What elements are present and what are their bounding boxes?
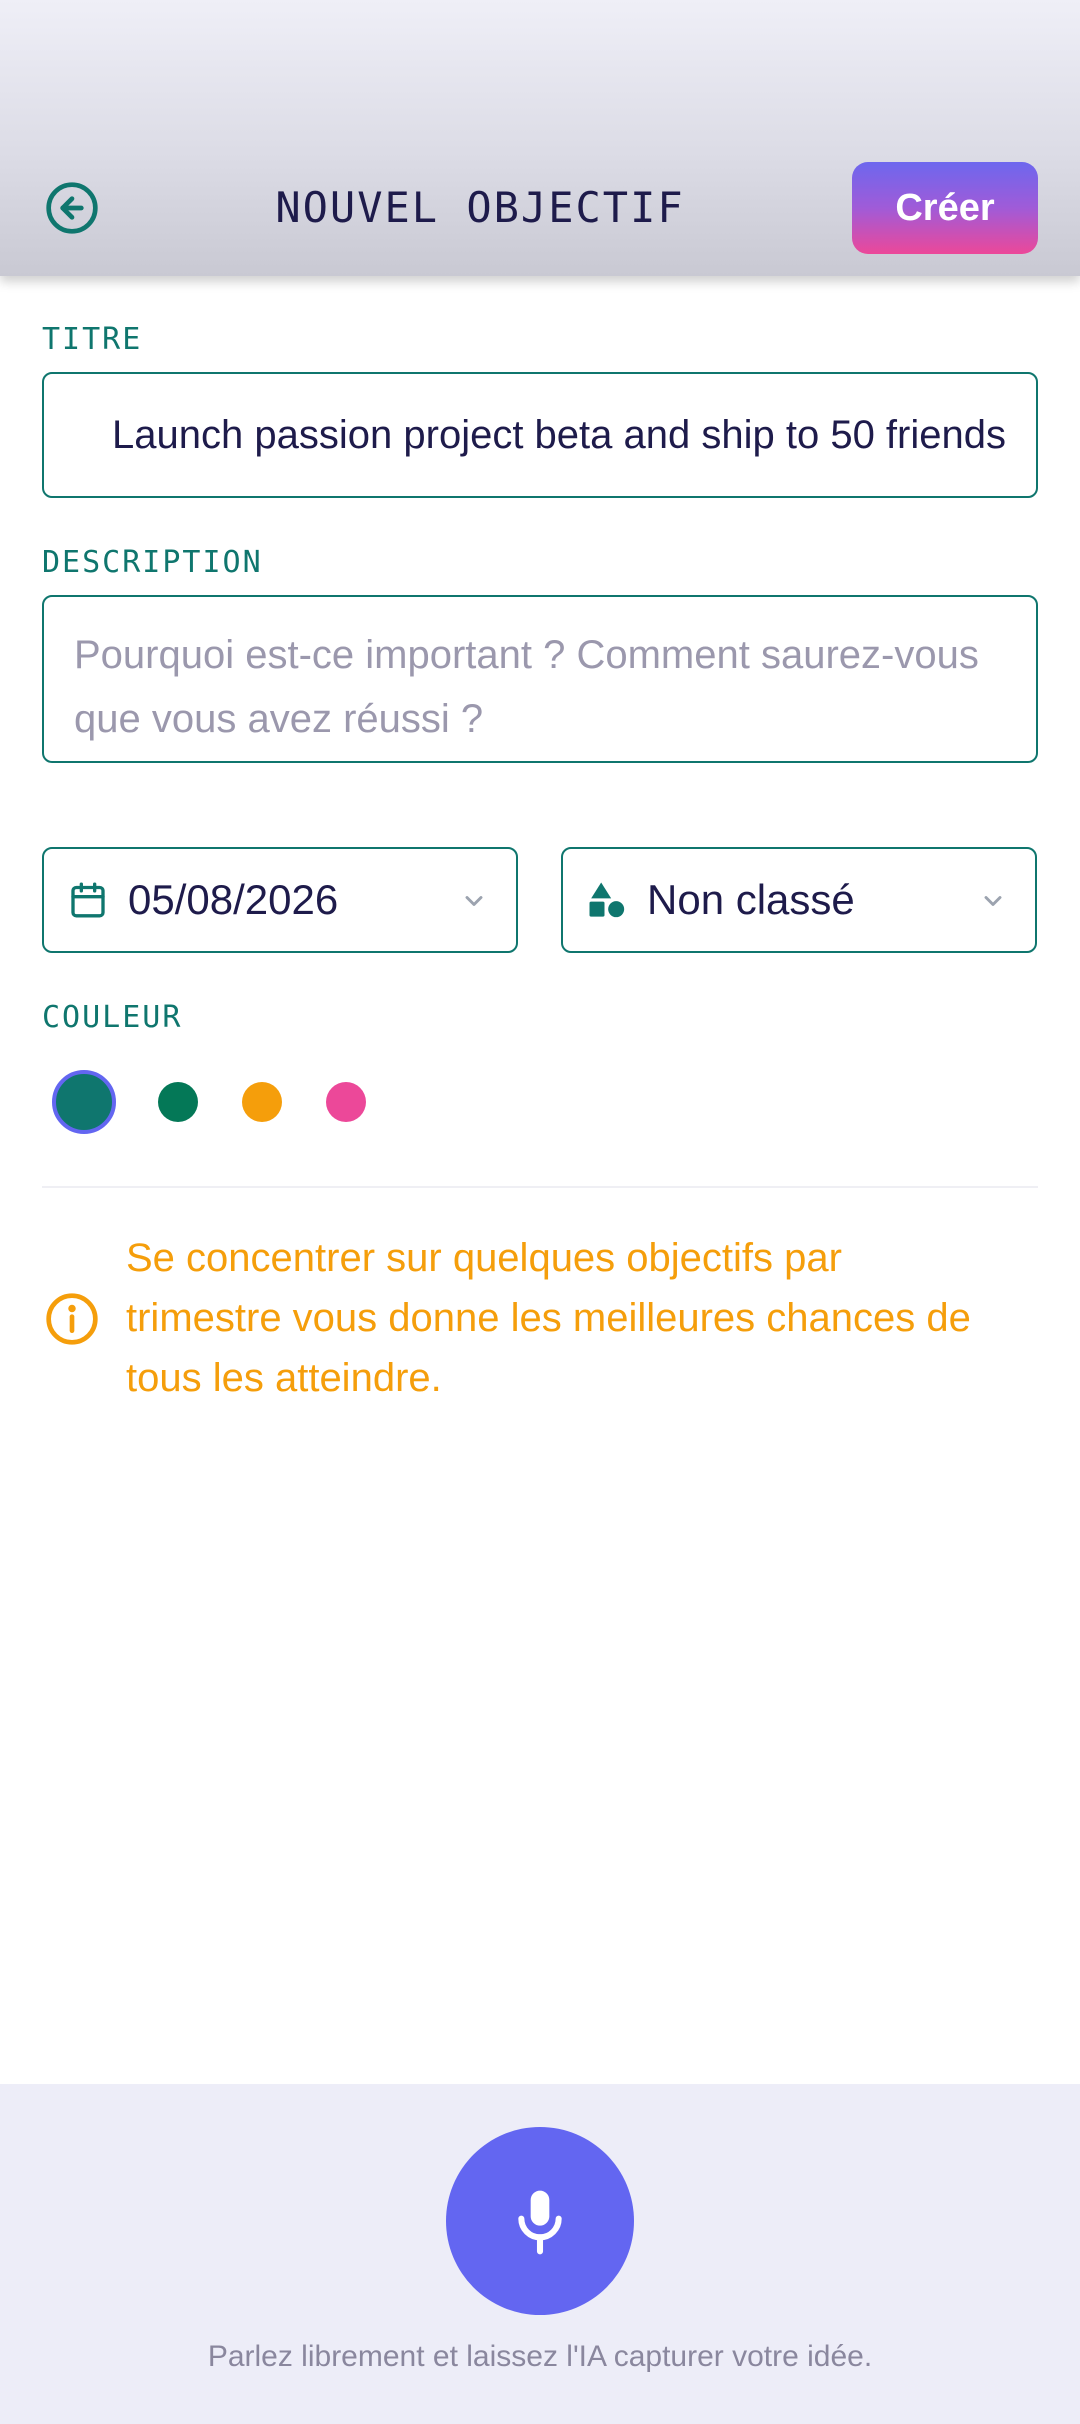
title-input-value: Launch passion project beta and ship to … (112, 412, 1006, 457)
info-tip-text: Se concentrer sur quelques objectifs par… (126, 1236, 971, 1400)
title-label: TITRE (42, 322, 143, 357)
color-swatch-pink[interactable] (326, 1082, 366, 1122)
description-input[interactable]: Pourquoi est-ce important ? Comment saur… (42, 595, 1038, 763)
color-swatch-amber[interactable] (242, 1082, 282, 1122)
color-label: COULEUR (42, 1000, 183, 1035)
category-select[interactable]: Non classé (561, 847, 1037, 953)
color-swatch-green[interactable] (158, 1082, 198, 1122)
page-title: NOUVEL OBJECTIF (275, 183, 685, 232)
chevron-down-icon (465, 896, 483, 906)
microphone-button[interactable] (446, 2127, 634, 2315)
date-value: 05/08/2026 (128, 876, 339, 923)
arrow-left-circle-icon (46, 182, 98, 234)
microphone-icon (518, 2190, 562, 2255)
description-label: DESCRIPTION (42, 545, 263, 580)
info-circle-icon (46, 1293, 98, 1345)
voice-hint-text: Parlez librement et laissez l'IA capture… (207, 2340, 873, 2373)
color-swatch-teal[interactable] (52, 1070, 116, 1134)
description-placeholder: Pourquoi est-ce important ? Comment saur… (74, 633, 979, 741)
title-input[interactable]: Launch passion project beta and ship to … (42, 372, 1038, 498)
app-header: NOUVEL OBJECTIF Créer (0, 0, 1080, 276)
back-button[interactable] (44, 180, 100, 236)
calendar-icon (71, 882, 105, 918)
category-value: Non classé (647, 876, 855, 923)
shapes-icon (589, 882, 625, 918)
divider (42, 1186, 1038, 1188)
chevron-down-icon (984, 896, 1002, 906)
create-button[interactable]: Créer (852, 162, 1038, 254)
date-picker[interactable]: 05/08/2026 (42, 847, 518, 953)
